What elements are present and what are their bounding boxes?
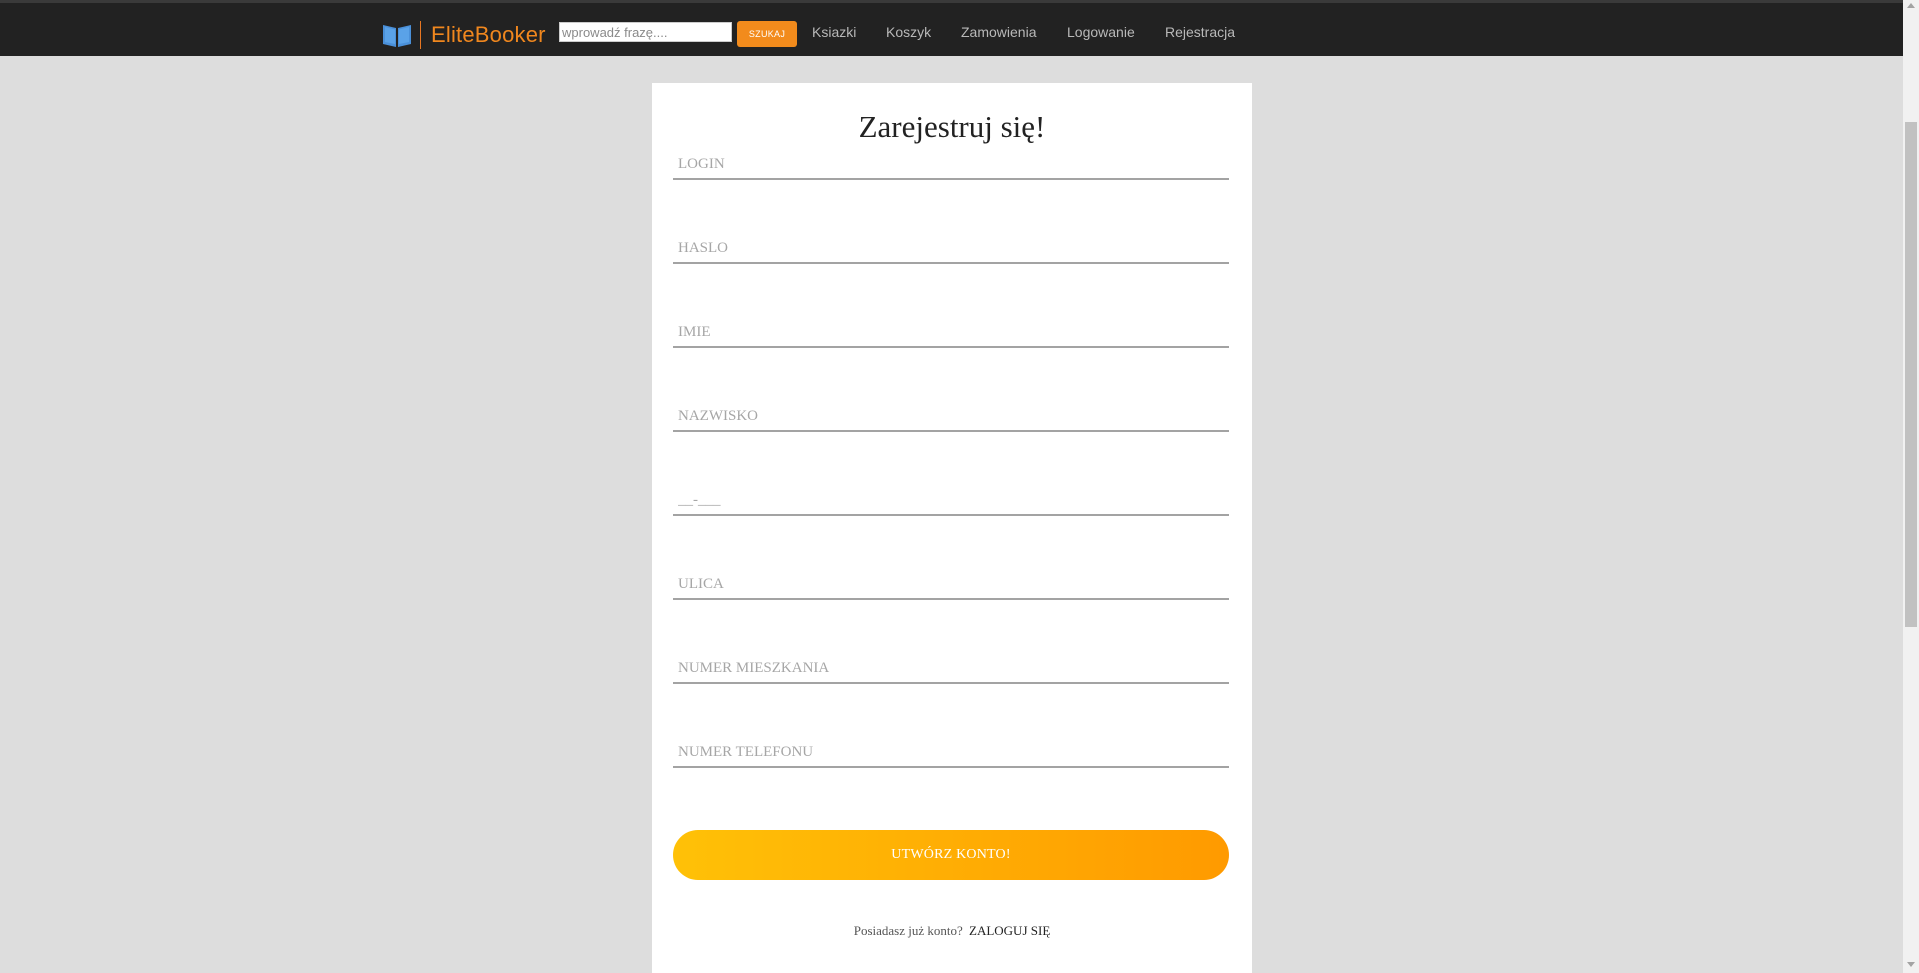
login-link[interactable]: ZALOGUJ SIĘ [969,923,1050,938]
scroll-down-arrow-icon[interactable] [1907,962,1915,967]
login-prompt-text: Posiadasz już konto? [853,923,963,938]
search-button[interactable]: SZUKAJ [737,21,797,47]
register-card: Zarejestruj się! UTWÓRZ KONTO! Posiadasz… [652,83,1252,973]
search-input[interactable] [559,22,732,42]
open-book-icon [383,25,411,47]
vertical-scrollbar[interactable] [1903,0,1919,973]
postal-code-field[interactable] [673,486,1229,516]
nav-rejestracja[interactable]: Rejestracja [1165,24,1235,40]
brand-logo[interactable]: EliteBooker [382,19,546,51]
nav-koszyk[interactable]: Koszyk [886,24,931,40]
nav-logowanie[interactable]: Logowanie [1067,24,1135,40]
login-prompt-line: Posiadasz już konto? ZALOGUJ SIĘ [652,923,1252,939]
brand-name: EliteBooker [431,22,546,47]
last-name-field[interactable] [673,402,1229,432]
scroll-up-arrow-icon[interactable] [1907,3,1915,8]
page-title: Zarejestruj się! [858,109,1046,144]
street-field[interactable] [673,570,1229,600]
scrollbar-thumb[interactable] [1905,122,1917,627]
brand-separator [420,21,421,49]
nav-ksiazki[interactable]: Ksiazki [812,24,856,40]
apartment-number-field[interactable] [673,654,1229,684]
login-field[interactable] [673,150,1229,180]
nav-zamowienia[interactable]: Zamowienia [961,24,1036,40]
first-name-field[interactable] [673,318,1229,348]
phone-number-field[interactable] [673,738,1229,768]
top-navbar: EliteBooker SZUKAJ Ksiazki Koszyk Zamowi… [0,0,1903,56]
password-field[interactable] [673,234,1229,264]
create-account-button[interactable]: UTWÓRZ KONTO! [673,830,1229,880]
